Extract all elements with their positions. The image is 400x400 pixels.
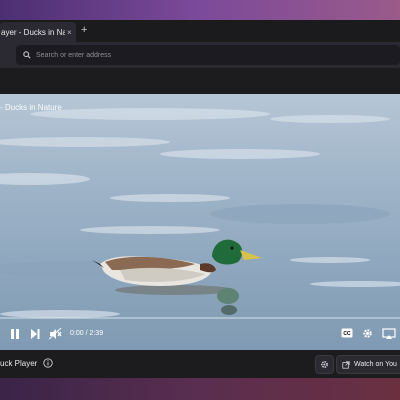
search-input-placeholder: Search or enter address	[36, 51, 112, 59]
player-controls: 0:00 / 2:39 CC	[0, 312, 400, 350]
info-icon[interactable]	[43, 358, 53, 368]
player-top-padding	[0, 68, 400, 94]
watch-on-youtube-button[interactable]: Watch on You	[336, 355, 400, 374]
airplay-icon[interactable]	[382, 328, 396, 340]
svg-text:CC: CC	[343, 331, 351, 337]
gear-icon	[321, 361, 328, 368]
tab-close-icon[interactable]: ×	[67, 28, 72, 37]
control-row: 0:00 / 2:39 CC	[0, 326, 400, 346]
mute-icon[interactable]	[49, 328, 62, 340]
brand-label: uck Player	[0, 359, 38, 368]
video-title: - Ducks in Nature	[0, 103, 62, 112]
toolbar: Search or enter address	[0, 42, 400, 68]
player-footer: uck Player Watch on You	[0, 350, 400, 378]
address-bar[interactable]: Search or enter address	[16, 45, 400, 65]
new-tab-button[interactable]: +	[81, 24, 87, 36]
next-icon[interactable]	[30, 328, 40, 340]
progress-bar[interactable]	[0, 317, 400, 319]
search-icon	[23, 51, 31, 59]
settings-gear-icon[interactable]	[362, 328, 373, 339]
tab-bar: ayer - Ducks in Nature × +	[0, 20, 400, 42]
desktop-wallpaper-bottom	[0, 378, 400, 400]
desktop-wallpaper-top	[0, 0, 400, 20]
time-display: 0:00 / 2:39	[70, 330, 104, 337]
tab-active[interactable]: ayer - Ducks in Nature ×	[0, 22, 76, 42]
captions-icon[interactable]: CC	[341, 328, 353, 338]
tab-title: ayer - Ducks in Nature	[1, 27, 65, 37]
video-player[interactable]: - Ducks in Nature 0:00 / 2:39 CC	[0, 94, 400, 350]
play-pause-icon[interactable]	[10, 328, 20, 340]
watch-button-label: Watch on You	[354, 361, 397, 368]
external-link-icon	[342, 360, 350, 369]
browser-window: ayer - Ducks in Nature × + Search or ent…	[0, 20, 400, 350]
settings-button[interactable]	[315, 355, 334, 374]
